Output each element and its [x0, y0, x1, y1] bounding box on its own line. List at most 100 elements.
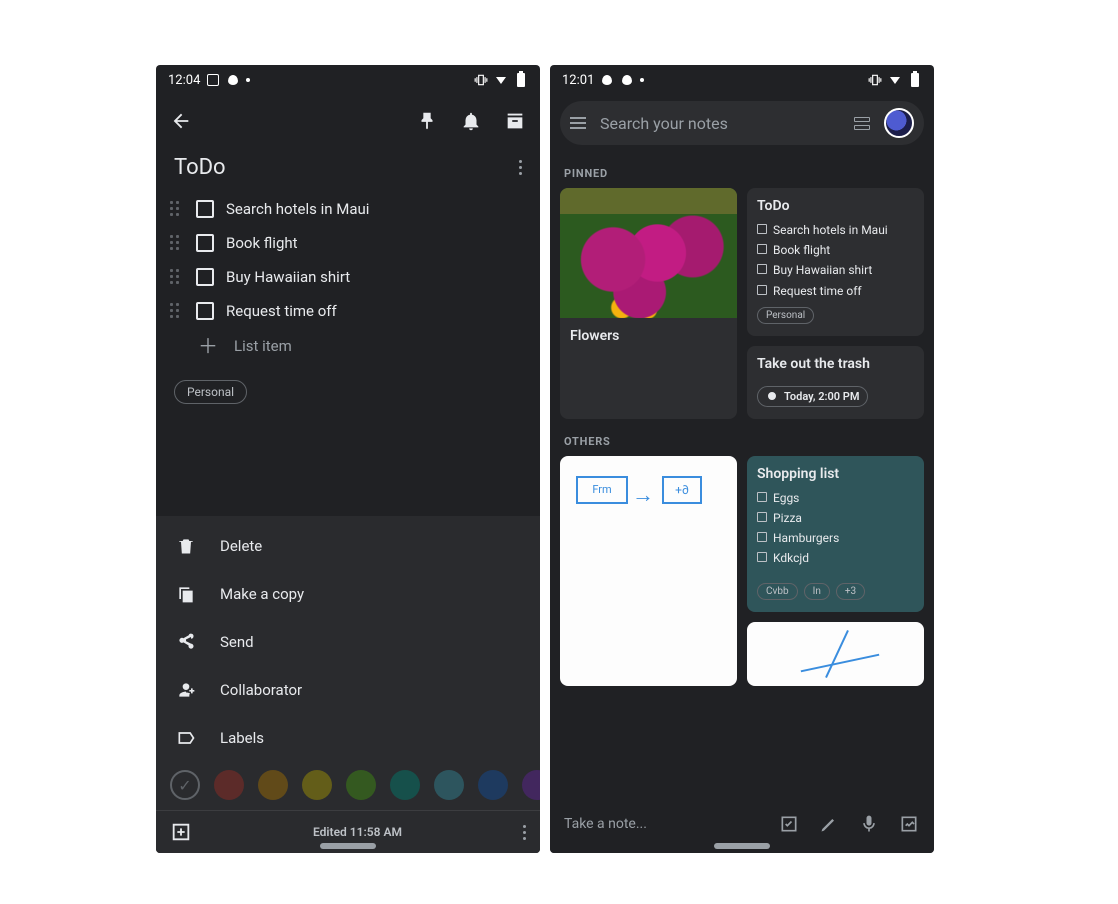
pinned-grid: Flowers ToDo Search hotels in Maui Book … [550, 188, 934, 419]
label-icon [176, 728, 196, 748]
checklist-item[interactable]: Buy Hawaiian shirt [170, 260, 526, 294]
note-card-chip: Cvbb [757, 583, 798, 600]
nav-pill[interactable] [320, 843, 376, 849]
color-swatch[interactable] [302, 770, 332, 800]
color-swatch-default[interactable] [170, 770, 200, 800]
drag-handle-icon[interactable] [170, 235, 184, 251]
phone-notes-list: 12:01 Search your notes PINNED Flowers [550, 65, 934, 853]
note-card-title: Take out the trash [757, 356, 914, 372]
pin-icon[interactable] [416, 110, 438, 132]
checkbox[interactable] [196, 302, 214, 320]
checklist-item[interactable]: Book flight [170, 226, 526, 260]
sketch-box: Frm [576, 476, 628, 504]
others-grid: Frm → +∂ Shopping list Eggs Pizza Hambur… [550, 456, 934, 686]
checklist-item-text[interactable]: Search hotels in Maui [226, 200, 369, 218]
note-card-sketch2[interactable] [747, 622, 924, 686]
note-card-flowers[interactable]: Flowers [560, 188, 737, 419]
label-chip[interactable]: Personal [174, 380, 247, 404]
note-overflow-icon[interactable] [519, 160, 522, 175]
status-time: 12:04 [168, 73, 200, 88]
sketch-drawing [747, 622, 924, 686]
battery-icon [908, 73, 922, 87]
add-list-item[interactable]: ＋ List item [170, 328, 526, 364]
status-bar: 12:04 [156, 65, 540, 95]
status-bar: 12:01 [550, 65, 934, 95]
checklist-item[interactable]: Search hotels in Maui [170, 192, 526, 226]
status-bulb-icon [226, 73, 240, 87]
status-time: 12:01 [562, 73, 594, 88]
note-card-item: Request time off [757, 281, 914, 301]
checkbox[interactable] [196, 268, 214, 286]
reminder-chip: Today, 2:00 PM [757, 386, 868, 407]
menu-label: Delete [220, 537, 262, 555]
drag-handle-icon[interactable] [170, 201, 184, 217]
note-card-item: Buy Hawaiian shirt [757, 260, 914, 280]
vibrate-icon [474, 73, 488, 87]
note-card-trash[interactable]: Take out the trash Today, 2:00 PM [747, 346, 924, 419]
wifi-down-icon [888, 73, 902, 87]
view-toggle-icon[interactable] [854, 117, 870, 130]
back-button[interactable] [170, 110, 192, 132]
color-swatch[interactable] [522, 770, 540, 800]
checklist: Search hotels in Maui Book flight Buy Ha… [156, 184, 540, 370]
reminder-icon[interactable] [460, 110, 482, 132]
menu-delete[interactable]: Delete [156, 522, 540, 570]
menu-collaborator[interactable]: Collaborator [156, 666, 540, 714]
note-image [560, 188, 737, 318]
note-card-chip: In [804, 583, 830, 600]
checklist-item-text[interactable]: Book flight [226, 234, 298, 252]
copy-icon [176, 584, 196, 604]
hamburger-icon[interactable] [570, 117, 586, 129]
menu-send[interactable]: Send [156, 618, 540, 666]
note-card-title: Flowers [570, 328, 727, 344]
search-placeholder[interactable]: Search your notes [600, 114, 840, 133]
color-swatch[interactable] [258, 770, 288, 800]
section-others: OTHERS [550, 419, 934, 456]
checklist-item-text[interactable]: Buy Hawaiian shirt [226, 268, 350, 286]
checklist-item[interactable]: Request time off [170, 294, 526, 328]
color-swatch[interactable] [434, 770, 464, 800]
note-card-shopping[interactable]: Shopping list Eggs Pizza Hamburgers Kdkc… [747, 456, 924, 612]
take-note-input[interactable]: Take a note... [564, 816, 760, 832]
wifi-down-icon [494, 73, 508, 87]
color-swatch[interactable] [390, 770, 420, 800]
alarm-icon [766, 390, 778, 402]
add-box-icon[interactable] [170, 821, 192, 843]
menu-label: Send [220, 633, 254, 651]
add-item-placeholder: List item [234, 337, 292, 355]
color-picker [156, 762, 540, 810]
more-icon[interactable] [523, 825, 526, 840]
status-dot-icon [640, 78, 644, 82]
note-card-item: Eggs [757, 488, 914, 508]
note-title[interactable]: ToDo [174, 155, 226, 180]
menu-label: Labels [220, 729, 264, 747]
nav-pill[interactable] [714, 843, 770, 849]
drag-handle-icon[interactable] [170, 303, 184, 319]
archive-icon[interactable] [504, 110, 526, 132]
menu-label: Make a copy [220, 585, 304, 603]
search-bar[interactable]: Search your notes [560, 101, 924, 145]
sketch-box: +∂ [662, 476, 702, 504]
color-swatch[interactable] [346, 770, 376, 800]
note-card-todo[interactable]: ToDo Search hotels in Maui Book flight B… [747, 188, 924, 336]
color-swatch[interactable] [478, 770, 508, 800]
menu-copy[interactable]: Make a copy [156, 570, 540, 618]
phone-note-detail: 12:04 ToDo [156, 65, 540, 853]
status-bulb-icon [600, 73, 614, 87]
note-card-sketch[interactable]: Frm → +∂ [560, 456, 737, 686]
new-drawing-icon[interactable] [818, 813, 840, 835]
note-card-item: Hamburgers [757, 528, 914, 548]
color-swatch[interactable] [214, 770, 244, 800]
drag-handle-icon[interactable] [170, 269, 184, 285]
new-list-icon[interactable] [778, 813, 800, 835]
new-image-icon[interactable] [898, 813, 920, 835]
note-card-item: Kdkcjd [757, 548, 914, 568]
avatar[interactable] [884, 108, 914, 138]
checkbox[interactable] [196, 200, 214, 218]
battery-icon [514, 73, 528, 87]
checklist-item-text[interactable]: Request time off [226, 302, 337, 320]
bottom-sheet: Delete Make a copy Send Collaborator Lab… [156, 516, 540, 853]
new-audio-icon[interactable] [858, 813, 880, 835]
checkbox[interactable] [196, 234, 214, 252]
menu-labels[interactable]: Labels [156, 714, 540, 762]
